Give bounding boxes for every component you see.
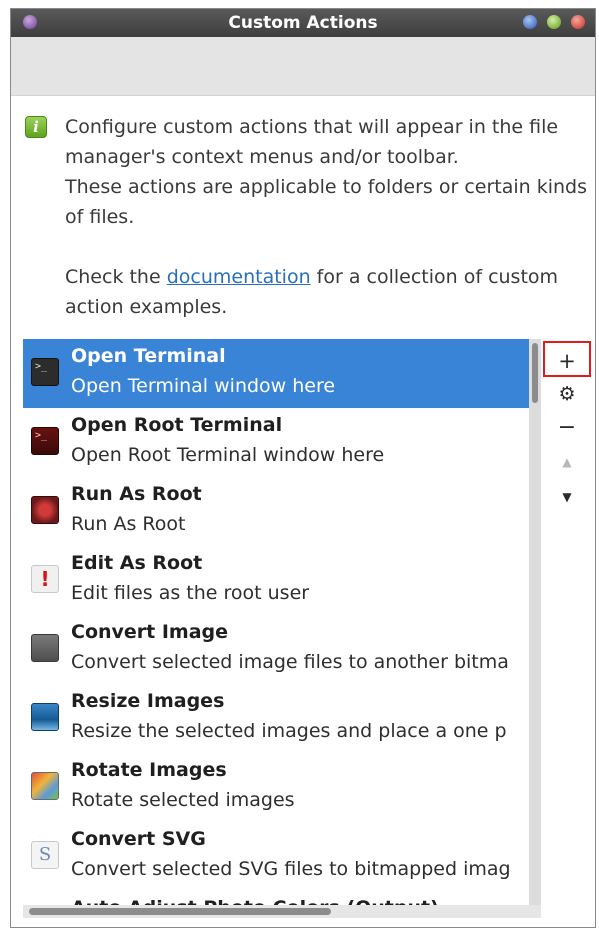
action-title: Open Root Terminal — [71, 414, 283, 436]
minimize-icon[interactable] — [523, 15, 537, 29]
documentation-link[interactable]: documentation — [167, 266, 311, 288]
actions-list: >_ Open Terminal Open Terminal window here… — [23, 339, 530, 905]
svg-icon: S — [31, 841, 59, 869]
maximize-icon[interactable] — [547, 15, 561, 29]
rotate-image-icon — [31, 772, 59, 800]
action-title: Resize Images — [71, 690, 225, 712]
action-row[interactable]: >_ Open Terminal Open Terminal window here — [23, 339, 529, 408]
action-row[interactable]: Run As Root Run As Root — [23, 477, 529, 546]
action-row[interactable]: Auto Adjust Photo Colors (Output) — [23, 891, 529, 905]
move-down-button[interactable]: ▼ — [543, 479, 591, 515]
info-line-2: These actions are applicable to folders … — [65, 176, 587, 228]
info-text: Configure custom actions that will appea… — [65, 112, 590, 322]
edit-action-button[interactable]: ⚙ — [543, 376, 591, 412]
info-icon: i — [25, 116, 47, 138]
action-description: Edit files as the root user — [71, 582, 310, 604]
action-row[interactable]: Convert Image Convert selected image file… — [23, 615, 529, 684]
root-terminal-icon: >_ — [31, 427, 59, 455]
run-as-root-icon — [31, 496, 59, 524]
info-line-3: Check the documentation for a collection… — [65, 262, 590, 322]
action-description: Open Root Terminal window here — [71, 444, 385, 466]
action-title: Open Terminal — [71, 345, 226, 367]
custom-actions-window: Custom Actions i Configure custom action… — [10, 8, 596, 928]
vertical-scrollbar[interactable] — [529, 339, 541, 905]
add-action-button[interactable]: + — [543, 341, 591, 377]
vertical-scrollbar-thumb[interactable] — [532, 343, 538, 403]
image-convert-icon — [31, 634, 59, 662]
action-title: Auto Adjust Photo Colors (Output) — [71, 897, 439, 905]
action-description: Resize the selected images and place a o… — [71, 720, 507, 742]
action-description: Convert selected image files to another … — [71, 651, 509, 673]
header-bar — [11, 37, 595, 96]
action-description: Run As Root — [71, 513, 186, 535]
action-title: Edit As Root — [71, 552, 203, 574]
window-title: Custom Actions — [228, 13, 378, 33]
action-title: Rotate Images — [71, 759, 227, 781]
action-description: Open Terminal window here — [71, 375, 336, 397]
action-row[interactable]: S Convert SVG Convert selected SVG files t… — [23, 822, 529, 891]
action-description: Convert selected SVG files to bitmapped … — [71, 858, 511, 880]
horizontal-scrollbar[interactable] — [23, 905, 541, 918]
info-line-1: Configure custom actions that will appea… — [65, 116, 559, 168]
action-title: Convert Image — [71, 621, 229, 643]
action-description: Rotate selected images — [71, 789, 295, 811]
resize-image-icon — [31, 703, 59, 731]
action-row[interactable]: ! Edit As Root Edit files as the root user — [23, 546, 529, 615]
warning-icon: ! — [31, 565, 59, 593]
action-row[interactable]: >_ Open Root Terminal Open Root Terminal w… — [23, 408, 529, 477]
title-bar[interactable]: Custom Actions — [11, 9, 595, 37]
horizontal-scrollbar-thumb[interactable] — [29, 908, 331, 915]
remove-action-button[interactable]: − — [543, 410, 591, 446]
move-up-button[interactable]: ▲ — [543, 444, 591, 480]
terminal-icon: >_ — [31, 358, 59, 386]
action-title: Convert SVG — [71, 828, 206, 850]
action-title: Run As Root — [71, 483, 202, 505]
action-row[interactable]: Rotate Images Rotate selected images — [23, 753, 529, 822]
content-area: i Configure custom actions that will app… — [11, 96, 595, 927]
close-icon[interactable] — [571, 15, 585, 29]
check-prefix: Check the — [65, 266, 167, 288]
action-row[interactable]: Resize Images Resize the selected images … — [23, 684, 529, 753]
